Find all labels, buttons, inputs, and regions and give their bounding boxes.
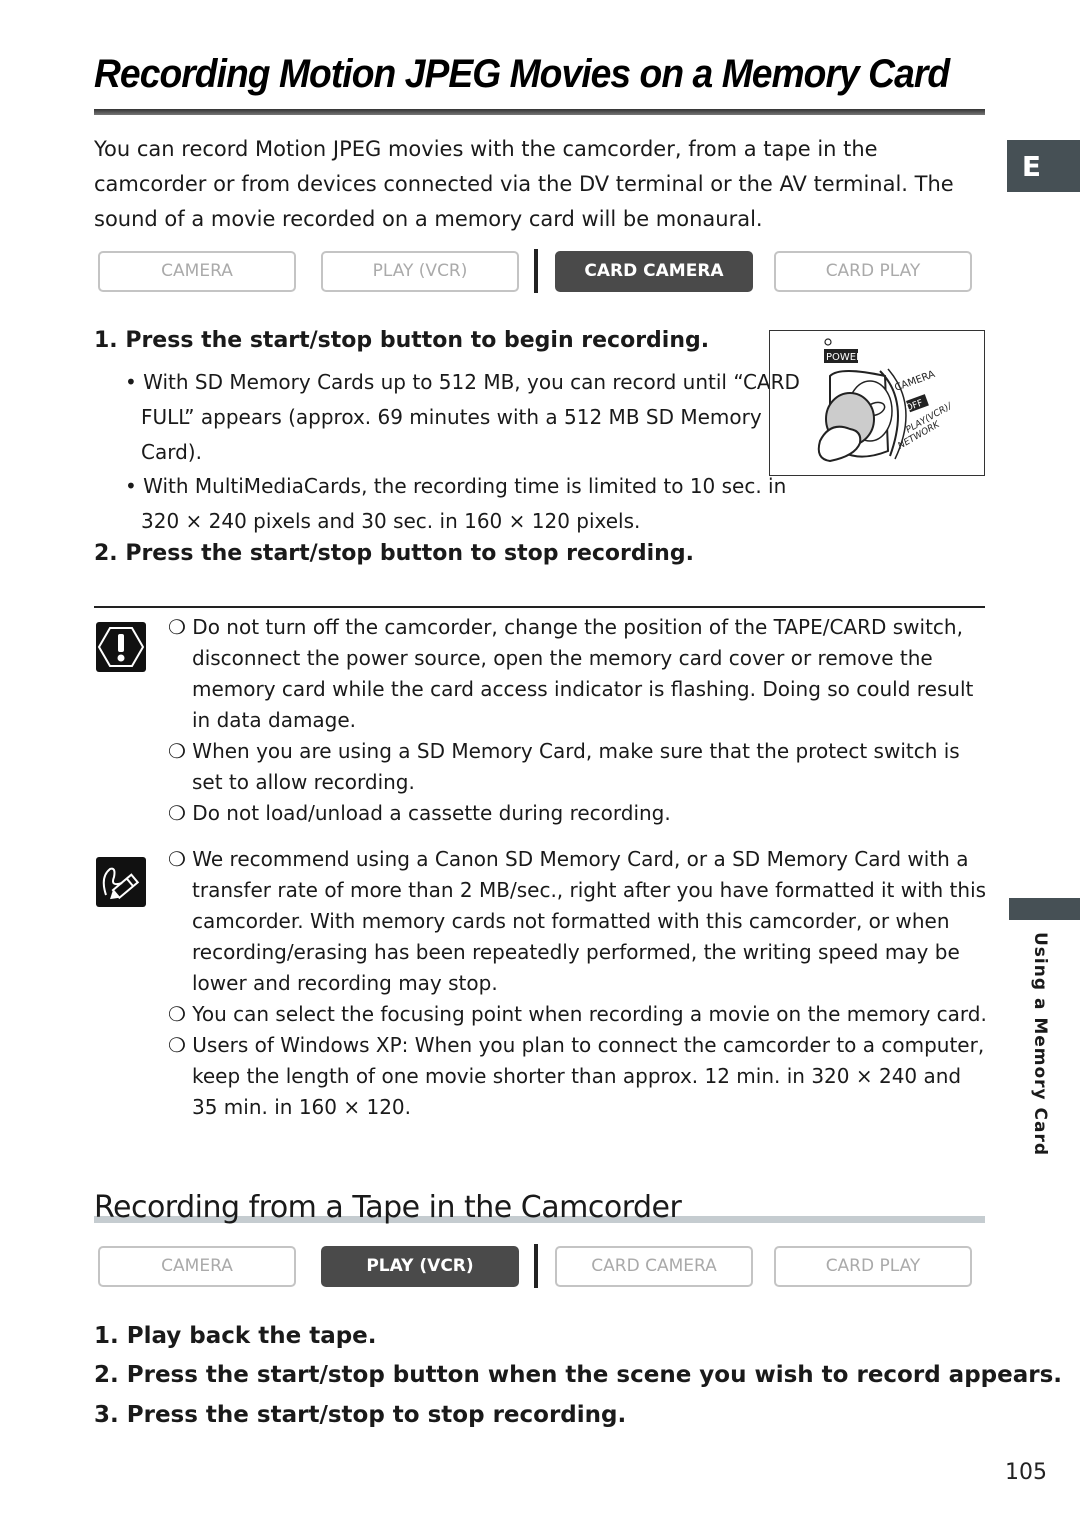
mode-label: CARD CAMERA bbox=[584, 261, 724, 281]
section-2-step-3: 3. Press the start/stop to stop recordin… bbox=[94, 1402, 627, 1428]
power-switch-illustration: POWER CAMERA OFF PLAY(VCR)/ NETWORK bbox=[769, 330, 985, 476]
bullet-multimediacard: • With MultiMediaCards, the recording ti… bbox=[125, 474, 787, 533]
mode-label: PLAY (VCR) bbox=[366, 1256, 474, 1276]
mode-camera: CAMERA bbox=[98, 1245, 296, 1287]
side-section-label: Using a Memory Card bbox=[1030, 932, 1050, 1157]
mode-label: CARD PLAY bbox=[825, 261, 921, 281]
mode-separator bbox=[534, 249, 538, 293]
mode-card-camera-active: CARD CAMERA bbox=[555, 250, 753, 292]
mode-bar-2: CAMERA PLAY (VCR) CARD CAMERA CARD PLAY bbox=[98, 1244, 972, 1288]
note-pencil-icon bbox=[96, 857, 146, 907]
mode-separator bbox=[534, 1244, 538, 1288]
title-rule bbox=[94, 109, 985, 115]
caution-item: ❍ Do not turn off the camcorder, change … bbox=[168, 615, 974, 732]
section-2-step-1: 1. Play back the tape. bbox=[94, 1323, 377, 1349]
section-2-heading: Recording from a Tape in the Camcorder bbox=[94, 1190, 682, 1225]
page-number: 105 bbox=[1005, 1460, 1047, 1485]
caution-icon bbox=[96, 622, 146, 672]
mode-label: CARD CAMERA bbox=[591, 1256, 717, 1276]
mode-label: CAMERA bbox=[161, 1256, 233, 1276]
mode-label: CARD PLAY bbox=[825, 1256, 921, 1276]
mode-card-play: CARD PLAY bbox=[774, 250, 972, 292]
section-2-step-2: 2. Press the start/stop button when the … bbox=[94, 1362, 1063, 1388]
caution-item: ❍ When you are using a SD Memory Card, m… bbox=[168, 739, 960, 794]
section-rule bbox=[94, 606, 985, 608]
mode-label: CAMERA bbox=[161, 261, 233, 281]
mode-label: PLAY (VCR) bbox=[372, 261, 468, 281]
caution-item: ❍ Do not load/unload a cassette during r… bbox=[168, 801, 671, 825]
mode-card-play: CARD PLAY bbox=[774, 1245, 972, 1287]
page-title: Recording Motion JPEG Movies on a Memory… bbox=[94, 52, 950, 96]
power-dial-drawing: POWER CAMERA OFF PLAY(VCR)/ NETWORK bbox=[817, 338, 954, 463]
caution-list: ❍ Do not turn off the camcorder, change … bbox=[168, 612, 988, 829]
side-tab-bar bbox=[1009, 898, 1080, 920]
language-tab-label: E bbox=[1021, 149, 1042, 183]
step-1-heading: 1. Press the start/stop button to begin … bbox=[94, 328, 710, 353]
note-item: ❍ Users of Windows XP: When you plan to … bbox=[168, 1033, 985, 1119]
step-2-heading: 2. Press the start/stop button to stop r… bbox=[94, 541, 694, 566]
bullet-sd-card: • With SD Memory Cards up to 512 MB, you… bbox=[125, 370, 800, 464]
note-item: ❍ We recommend using a Canon SD Memory C… bbox=[168, 847, 987, 995]
notes-list: ❍ We recommend using a Canon SD Memory C… bbox=[168, 844, 988, 1123]
mode-play-vcr-active: PLAY (VCR) bbox=[321, 1245, 519, 1287]
mode-bar-1: CAMERA PLAY (VCR) CARD CAMERA CARD PLAY bbox=[98, 249, 972, 293]
mode-card-camera: CARD CAMERA bbox=[555, 1245, 753, 1287]
intro-paragraph: You can record Motion JPEG movies with t… bbox=[94, 137, 954, 231]
mode-camera: CAMERA bbox=[98, 250, 296, 292]
power-label: POWER bbox=[826, 352, 863, 363]
note-item: ❍ You can select the focusing point when… bbox=[168, 1002, 987, 1026]
language-tab: E bbox=[1007, 140, 1080, 192]
position-camera: CAMERA bbox=[893, 369, 937, 394]
mode-play-vcr: PLAY (VCR) bbox=[321, 250, 519, 292]
